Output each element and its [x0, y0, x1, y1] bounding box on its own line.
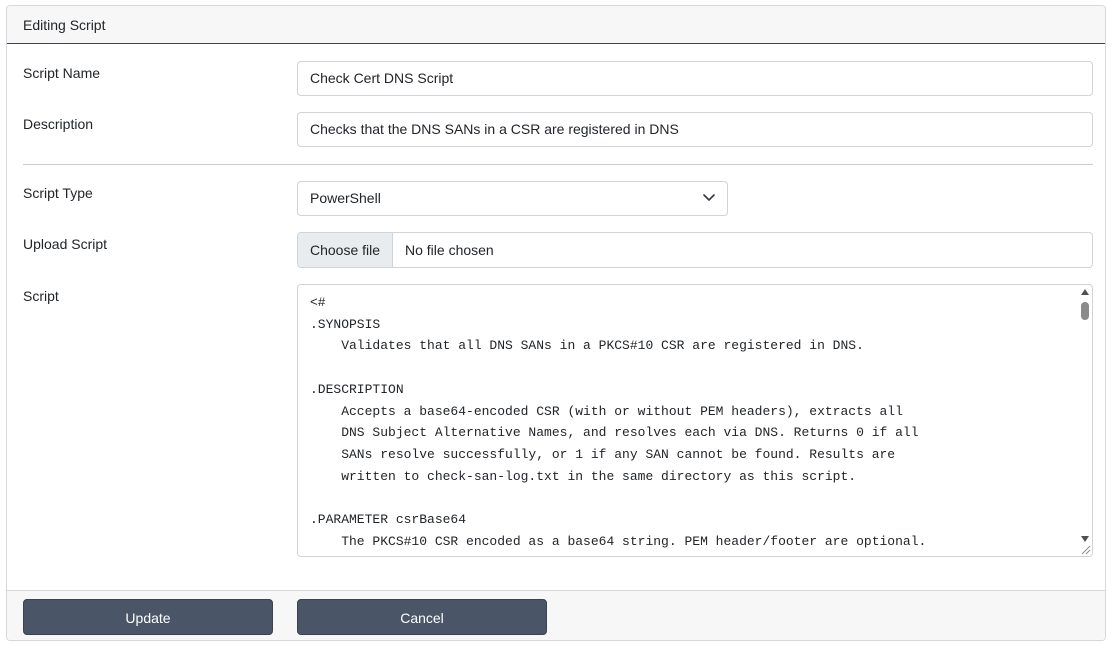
card-title: Editing Script	[7, 6, 1105, 44]
form-divider	[23, 164, 1093, 165]
card-footer: Update Cancel	[7, 590, 1105, 640]
script-type-selected-value: PowerShell	[310, 190, 381, 206]
choose-file-button[interactable]: Choose file	[298, 233, 393, 267]
scroll-up-arrow-icon[interactable]	[1081, 289, 1089, 295]
script-name-label: Script Name	[23, 65, 101, 81]
file-status-text: No file chosen	[405, 242, 494, 258]
chevron-down-icon	[703, 194, 715, 201]
editing-script-card: Editing Script Script Name Check Cert DN…	[6, 5, 1106, 641]
script-type-select[interactable]: PowerShell	[297, 181, 728, 216]
update-button[interactable]: Update	[23, 599, 273, 635]
description-label: Description	[23, 116, 94, 132]
script-type-label: Script Type	[23, 185, 93, 201]
scroll-down-arrow-icon[interactable]	[1081, 536, 1089, 542]
script-scrollbar[interactable]	[1078, 285, 1092, 542]
scroll-thumb[interactable]	[1081, 302, 1089, 320]
upload-script-file-input[interactable]: Choose file No file chosen	[297, 232, 1093, 268]
cancel-button[interactable]: Cancel	[297, 599, 547, 635]
description-input[interactable]: Checks that the DNS SANs in a CSR are re…	[297, 112, 1093, 147]
script-content: <# .SYNOPSIS Validates that all DNS SANs…	[310, 295, 927, 549]
script-name-input[interactable]: Check Cert DNS Script	[297, 61, 1093, 96]
script-label: Script	[23, 288, 59, 304]
upload-script-label: Upload Script	[23, 236, 108, 252]
resize-handle-icon[interactable]	[1079, 543, 1091, 555]
script-textarea[interactable]: <# .SYNOPSIS Validates that all DNS SANs…	[297, 284, 1093, 557]
